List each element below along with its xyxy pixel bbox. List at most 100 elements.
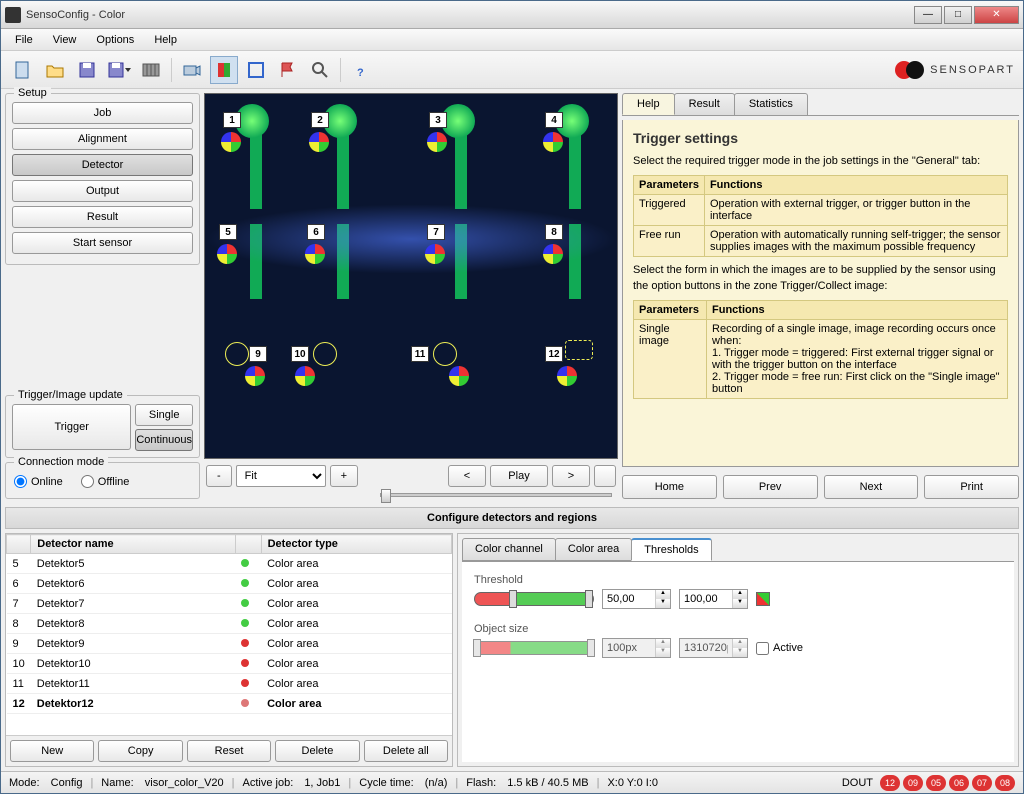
table-row[interactable]: 12Detektor12Color area (7, 694, 452, 714)
threshold-slider[interactable] (474, 592, 594, 606)
table-row[interactable]: 7Detektor7Color area (7, 594, 452, 614)
marker-5[interactable]: 5 (219, 224, 237, 240)
marker-7[interactable]: 7 (427, 224, 445, 240)
dout-badge: 08 (995, 775, 1015, 791)
marker-11[interactable]: 11 (411, 346, 429, 362)
image-viewer[interactable]: 1 2 3 4 5 6 7 8 9 (204, 93, 618, 459)
app-icon (5, 7, 21, 23)
marker-6[interactable]: 6 (307, 224, 325, 240)
tab-statistics[interactable]: Statistics (734, 93, 808, 115)
table-row[interactable]: 10Detektor10Color area (7, 654, 452, 674)
help-home-button[interactable]: Home (622, 475, 717, 499)
sb-job: 1, Job1 (304, 777, 340, 789)
detector-region[interactable] (313, 342, 337, 366)
maximize-button[interactable]: □ (944, 6, 972, 24)
setup-job-button[interactable]: Job (12, 102, 193, 124)
detector-region[interactable] (433, 342, 457, 366)
threshold-max-input[interactable]: ▲▼ (679, 589, 748, 609)
menu-file[interactable]: File (5, 31, 43, 49)
menu-options[interactable]: Options (86, 31, 144, 49)
table-row[interactable]: 5Detektor5Color area (7, 554, 452, 574)
help-print-button[interactable]: Print (924, 475, 1019, 499)
tool-help-icon[interactable]: ? (347, 56, 375, 84)
col-detector-name[interactable]: Detector name (31, 535, 235, 554)
active-checkbox[interactable]: Active (756, 642, 803, 655)
help-prev-button[interactable]: Prev (723, 475, 818, 499)
delete-all-button[interactable]: Delete all (364, 740, 448, 762)
marker-2[interactable]: 2 (311, 112, 329, 128)
tab-help[interactable]: Help (622, 93, 675, 115)
tool-flag-icon[interactable] (274, 56, 302, 84)
continuous-button[interactable]: Continuous (135, 429, 193, 451)
tool-color-icon[interactable] (210, 56, 238, 84)
close-button[interactable]: ✕ (974, 6, 1019, 24)
next-frame-button[interactable]: > (552, 465, 590, 487)
zoom-in-button[interactable]: + (330, 465, 358, 487)
delete-button[interactable]: Delete (275, 740, 359, 762)
setup-detector-button[interactable]: Detector (12, 154, 193, 176)
color-wheel-icon (221, 132, 241, 152)
color-wheel-icon (245, 366, 265, 386)
offline-radio[interactable]: Offline (81, 475, 130, 488)
new-button[interactable]: New (10, 740, 94, 762)
table-row[interactable]: 8Detektor8Color area (7, 614, 452, 634)
zoom-out-button[interactable]: - (206, 465, 232, 487)
sb-flash: 1.5 kB / 40.5 MB (507, 777, 588, 789)
marker-4[interactable]: 4 (545, 112, 563, 128)
tab-thresholds[interactable]: Thresholds (631, 538, 711, 561)
detector-table[interactable]: Detector name Detector type 5Detektor5Co… (6, 534, 452, 735)
tab-color-channel[interactable]: Color channel (462, 538, 556, 561)
play-button[interactable]: Play (490, 465, 548, 487)
minimize-button[interactable]: — (914, 6, 942, 24)
section-header: Configure detectors and regions (5, 507, 1019, 529)
tool-save-icon[interactable] (73, 56, 101, 84)
setup-output-button[interactable]: Output (12, 180, 193, 202)
frame-slider[interactable] (380, 493, 612, 497)
marker-8[interactable]: 8 (545, 224, 563, 240)
menu-view[interactable]: View (43, 31, 87, 49)
online-radio[interactable]: Online (14, 475, 63, 488)
copy-button[interactable]: Copy (98, 740, 182, 762)
table-row[interactable]: 9Detektor9Color area (7, 634, 452, 654)
prev-frame-button[interactable]: < (448, 465, 486, 487)
setup-alignment-button[interactable]: Alignment (12, 128, 193, 150)
detector-region-selected[interactable] (565, 340, 593, 360)
record-button[interactable] (594, 465, 616, 487)
tool-save-dropdown-icon[interactable] (105, 56, 133, 84)
tab-color-area[interactable]: Color area (555, 538, 632, 561)
tool-search-icon[interactable] (306, 56, 334, 84)
setup-start-sensor-button[interactable]: Start sensor (12, 232, 193, 254)
connection-title: Connection mode (14, 456, 108, 468)
sb-dout-label: DOUT (842, 777, 873, 789)
help-next-button[interactable]: Next (824, 475, 919, 499)
detector-region[interactable] (225, 342, 249, 366)
right-tabs: Help Result Statistics (622, 93, 1019, 116)
table-row[interactable]: 6Detektor6Color area (7, 574, 452, 594)
setup-result-button[interactable]: Result (12, 206, 193, 228)
marker-12[interactable]: 12 (545, 346, 563, 362)
color-picker-icon[interactable] (756, 592, 770, 606)
zoom-select[interactable]: Fit (236, 465, 326, 487)
col-detector-type[interactable]: Detector type (261, 535, 451, 554)
menu-help[interactable]: Help (144, 31, 187, 49)
trigger-button[interactable]: Trigger (12, 404, 131, 450)
tab-result[interactable]: Result (674, 93, 735, 115)
marker-10[interactable]: 10 (291, 346, 309, 362)
table-row[interactable]: 11Detektor11Color area (7, 674, 452, 694)
marker-9[interactable]: 9 (249, 346, 267, 362)
tool-open-icon[interactable] (41, 56, 69, 84)
color-wheel-icon (295, 366, 315, 386)
marker-3[interactable]: 3 (429, 112, 447, 128)
tool-filmstrip-icon[interactable] (137, 56, 165, 84)
tool-new-icon[interactable] (9, 56, 37, 84)
single-button[interactable]: Single (135, 404, 193, 426)
reset-button[interactable]: Reset (187, 740, 271, 762)
brand-text: SENSOPART (930, 64, 1015, 76)
threshold-min-input[interactable]: ▲▼ (602, 589, 671, 609)
color-wheel-icon (543, 132, 563, 152)
marker-1[interactable]: 1 (223, 112, 241, 128)
dout-badge: 12 (880, 775, 900, 791)
tool-camera-icon[interactable] (178, 56, 206, 84)
tool-region-icon[interactable] (242, 56, 270, 84)
window-controls: — □ ✕ (914, 6, 1019, 24)
